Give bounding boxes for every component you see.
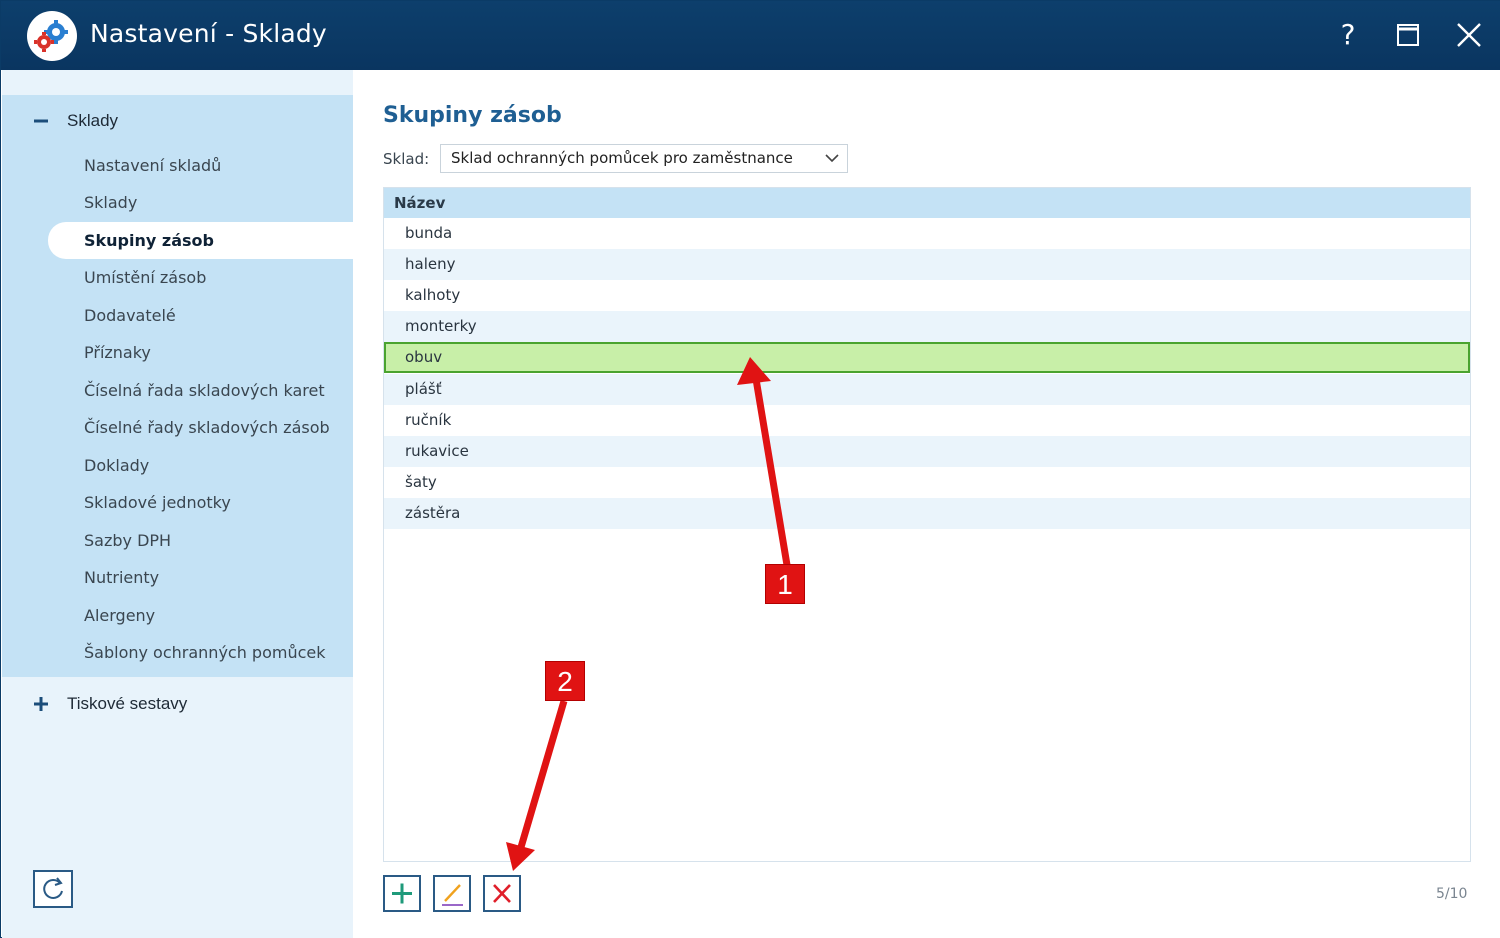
chevron-down-icon <box>825 154 839 163</box>
table-row[interactable]: ručník <box>384 405 1470 436</box>
main-panel: Skupiny zásob Sklad: Sklad ochranných po… <box>353 70 1500 938</box>
edit-button[interactable] <box>433 875 471 912</box>
gears-icon <box>27 11 77 61</box>
annotation-badge-2: 2 <box>545 661 585 701</box>
sidebar-item-umisteni-zasob[interactable]: Umístění zásob <box>48 259 353 296</box>
sidebar-item-skladove-jednotky[interactable]: Skladové jednotky <box>48 484 353 521</box>
sidebar-group-label: Tiskové sestavy <box>67 694 188 713</box>
column-header-nazev[interactable]: Název <box>384 188 1470 218</box>
plus-icon <box>34 697 48 711</box>
table-row[interactable]: plášť <box>384 374 1470 405</box>
delete-icon <box>493 884 511 903</box>
table-row[interactable]: kalhoty <box>384 280 1470 311</box>
sidebar-item-alergeny[interactable]: Alergeny <box>48 597 353 634</box>
sidebar-item-ciselna-rada-karet[interactable]: Číselná řada skladových karet <box>48 372 353 409</box>
sidebar: Sklady Nastavení skladů Sklady Skupiny z… <box>2 70 353 938</box>
sidebar-item-skupiny-zasob[interactable]: Skupiny zásob <box>48 222 353 259</box>
title-bar: Nastavení - Sklady ? <box>1 1 1500 70</box>
page-title: Skupiny zásob <box>383 103 562 128</box>
help-button[interactable]: ? <box>1328 15 1368 55</box>
sidebar-item-sklady[interactable]: Sklady <box>48 184 353 221</box>
table-row[interactable]: monterky <box>384 311 1470 342</box>
sidebar-group-label: Sklady <box>67 111 119 130</box>
plus-icon <box>392 883 412 904</box>
sklad-select[interactable]: Sklad ochranných pomůcek pro zaměstnance <box>440 144 848 173</box>
minus-icon <box>34 119 48 123</box>
sidebar-item-nastaveni-skladu[interactable]: Nastavení skladů <box>48 147 353 184</box>
table-row[interactable]: haleny <box>384 249 1470 280</box>
close-button[interactable] <box>1449 15 1489 55</box>
sidebar-item-dodavatele[interactable]: Dodavatelé <box>48 297 353 334</box>
maximize-icon <box>1397 24 1419 46</box>
table-row[interactable]: rukavice <box>384 436 1470 467</box>
sidebar-item-sazby-dph[interactable]: Sazby DPH <box>48 522 353 559</box>
sidebar-item-nutrienty[interactable]: Nutrienty <box>48 559 353 596</box>
table-row[interactable]: zástěra <box>384 498 1470 529</box>
sidebar-item-doklady[interactable]: Doklady <box>48 447 353 484</box>
table-row[interactable]: bunda <box>384 218 1470 249</box>
sidebar-item-priznaky[interactable]: Příznaky <box>48 334 353 371</box>
table-row-selected[interactable]: obuv <box>384 342 1470 373</box>
add-button[interactable] <box>383 875 421 912</box>
pencil-icon <box>442 884 463 906</box>
refresh-button[interactable] <box>33 870 73 908</box>
sidebar-group-sklady[interactable]: Sklady <box>2 101 353 141</box>
sklad-select-value: Sklad ochranných pomůcek pro zaměstnance <box>451 149 793 167</box>
sklad-label: Sklad: <box>383 150 430 168</box>
table-row[interactable]: šaty <box>384 467 1470 498</box>
groups-table: Název bunda haleny kalhoty monterky obuv… <box>383 187 1471 862</box>
annotation-badge-1: 1 <box>765 564 805 604</box>
delete-button[interactable] <box>483 875 521 912</box>
record-counter: 5/10 <box>1436 886 1468 902</box>
window-title: Nastavení - Sklady <box>90 19 327 48</box>
sidebar-item-sablony-pomucek[interactable]: Šablony ochranných pomůcek <box>48 634 353 671</box>
settings-window: Nastavení - Sklady ? Sklady Nastavení sk… <box>0 0 1500 938</box>
refresh-icon <box>43 877 63 899</box>
maximize-button[interactable] <box>1388 15 1428 55</box>
sidebar-item-ciselne-rady-zasob[interactable]: Číselné řady skladových zásob <box>48 409 353 446</box>
close-icon <box>1457 23 1481 47</box>
sidebar-group-tiskove-sestavy[interactable]: Tiskové sestavy <box>2 684 353 724</box>
